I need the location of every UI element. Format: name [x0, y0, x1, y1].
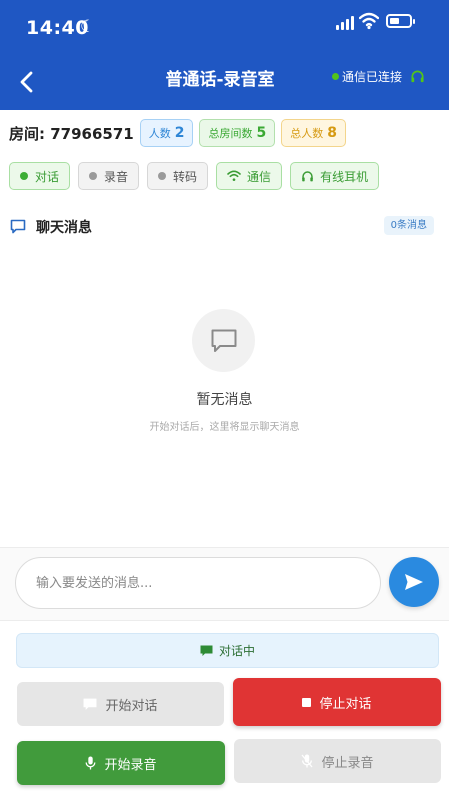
chat-title: 聊天消息: [36, 220, 92, 236]
app-header: 14:40 ☾ 普通话-录音室 通信已连接: [0, 0, 449, 110]
chip-communication[interactable]: 通信: [216, 162, 283, 190]
headset-icon: [302, 170, 313, 181]
divider: [0, 620, 449, 621]
empty-state-circle: [192, 309, 255, 372]
headset-icon: [411, 70, 424, 83]
chip-talk[interactable]: 对话: [9, 162, 71, 190]
microphone-off-icon: [301, 754, 313, 768]
chat-section-header: 聊天消息 0条消息: [10, 216, 434, 238]
talk-status-label: 对话中: [218, 644, 255, 658]
talk-status-banner: 对话中: [16, 633, 439, 668]
status-chips: 对话 录音 转码 通信 有线耳机: [9, 162, 387, 190]
wifi-icon: [227, 170, 241, 181]
empty-state-title: 暂无消息: [196, 392, 253, 408]
participant-count-badge: 人数 2: [139, 119, 194, 147]
wifi-icon: [359, 12, 379, 30]
send-icon: [405, 574, 423, 590]
chat-filled-icon: [84, 698, 97, 710]
empty-state-subtitle: 开始对话后，这里将显示聊天消息: [149, 422, 300, 433]
total-people-badge: 总人数 8: [281, 119, 346, 147]
connection-status: 通信已连接: [332, 68, 425, 85]
chat-filled-icon: [200, 645, 213, 656]
inactive-dot-icon: [158, 172, 167, 180]
stop-icon: [302, 697, 312, 707]
room-number: 房间: 77966571: [9, 124, 134, 143]
start-record-button[interactable]: 开始录音: [17, 741, 225, 785]
stop-talk-button[interactable]: 停止对话: [233, 678, 441, 726]
message-count-badge: 0条消息: [383, 216, 434, 235]
chat-bubble-icon: [211, 329, 236, 352]
cellular-signal-icon: [336, 16, 354, 30]
inactive-dot-icon: [89, 172, 98, 180]
system-status-bar: 14:40 ☾: [0, 0, 449, 54]
chip-record[interactable]: 录音: [78, 162, 140, 190]
chip-transcode[interactable]: 转码: [147, 162, 209, 190]
active-dot-icon: [20, 172, 28, 180]
connected-dot-icon: [332, 73, 339, 80]
moon-icon: ☾: [80, 17, 96, 37]
message-input[interactable]: [15, 557, 381, 609]
chip-wired-headset[interactable]: 有线耳机: [290, 162, 380, 190]
room-info: 房间: 77966571 人数 2 总房间数 5 总人数 8: [9, 119, 352, 147]
start-talk-button[interactable]: 开始对话: [17, 682, 224, 726]
total-rooms-badge: 总房间数 5: [199, 119, 276, 147]
stop-record-button[interactable]: 停止录音: [234, 739, 441, 783]
microphone-icon: [86, 756, 96, 770]
chat-bubble-icon: [10, 219, 26, 234]
battery-icon: [386, 14, 415, 28]
send-button[interactable]: [389, 557, 439, 607]
connection-status-label: 通信已连接: [342, 70, 403, 84]
